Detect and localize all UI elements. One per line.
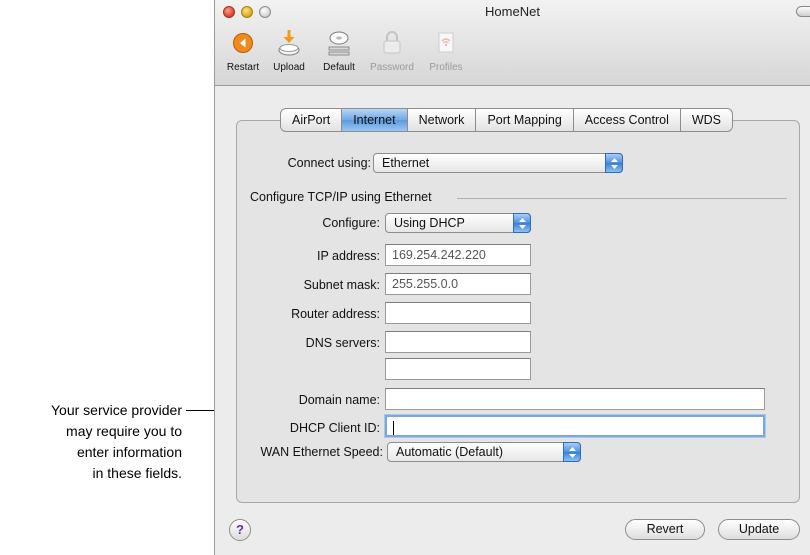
callout-text: Your service provider may require you to… — [0, 400, 182, 484]
callout-line: Your service provider — [51, 402, 182, 418]
connect-using-label: Connect using: — [287, 156, 371, 170]
tcpip-group-title: Configure TCP/IP using Ethernet — [250, 190, 432, 204]
callout-line: in these fields. — [92, 465, 183, 481]
popup-arrows-icon — [605, 153, 623, 173]
tab-network[interactable]: Network — [408, 109, 477, 131]
dns-server-2-field[interactable] — [385, 358, 531, 380]
default-label: Default — [323, 62, 355, 73]
upload-icon — [278, 30, 300, 56]
group-divider — [457, 198, 787, 199]
configure-label: Configure: — [322, 216, 380, 230]
titlebar: HomeNet Restart Upload Default Password … — [215, 0, 810, 86]
restart-label: Restart — [226, 62, 260, 73]
help-button[interactable]: ? — [229, 519, 251, 541]
wan-speed-label: WAN Ethernet Speed: — [260, 445, 383, 459]
tab-access-control[interactable]: Access Control — [574, 109, 681, 131]
tab-port-mapping[interactable]: Port Mapping — [476, 109, 574, 131]
revert-button[interactable]: Revert — [625, 519, 705, 540]
popup-arrows-icon — [563, 442, 581, 462]
dns-server-1-field[interactable] — [385, 331, 531, 353]
profiles-icon — [438, 32, 454, 53]
password-label: Password — [370, 62, 414, 73]
profiles-label: Profiles — [429, 62, 463, 73]
dhcp-client-id-label: DHCP Client ID: — [289, 421, 380, 435]
ip-address-field[interactable]: 169.254.242.220 — [385, 244, 531, 266]
restart-button[interactable]: Restart — [221, 24, 265, 73]
default-button[interactable]: Default — [316, 24, 362, 73]
tab-bar: AirPort Internet Network Port Mapping Ac… — [280, 108, 734, 132]
connect-using-value: Ethernet — [382, 156, 430, 170]
text-caret — [393, 420, 394, 435]
configure-popup[interactable]: Using DHCP — [385, 213, 531, 233]
tab-wds[interactable]: WDS — [681, 109, 732, 131]
restart-icon — [233, 33, 253, 53]
dns-servers-label: DNS servers: — [305, 336, 380, 350]
wan-speed-popup[interactable]: Automatic (Default) — [387, 442, 581, 462]
connect-using-popup[interactable]: Ethernet — [373, 153, 623, 173]
window-title: HomeNet — [485, 4, 540, 19]
profiles-button[interactable]: Profiles — [422, 24, 470, 73]
default-icon — [328, 31, 350, 56]
lock-icon — [383, 31, 401, 54]
configure-value: Using DHCP — [394, 216, 465, 230]
upload-label: Upload — [273, 62, 305, 73]
tab-airport[interactable]: AirPort — [281, 109, 343, 131]
router-address-field[interactable] — [385, 302, 531, 324]
homenet-window: HomeNet Restart Upload Default Password … — [214, 0, 810, 555]
wan-speed-value: Automatic (Default) — [396, 445, 503, 459]
callout-line: enter information — [76, 444, 182, 460]
router-address-label: Router address: — [291, 307, 380, 321]
domain-name-label: Domain name: — [298, 393, 380, 407]
popup-arrows-icon — [513, 213, 531, 233]
subnet-mask-field[interactable]: 255.255.0.0 — [385, 273, 531, 295]
domain-name-field[interactable] — [385, 388, 765, 410]
toolbar-toggle-button[interactable] — [796, 6, 810, 17]
password-button[interactable]: Password — [366, 24, 418, 73]
ip-address-label: IP address: — [316, 249, 380, 263]
update-button[interactable]: Update — [718, 519, 800, 540]
tab-internet[interactable]: Internet — [342, 109, 408, 131]
callout-line: may require you to — [66, 423, 182, 439]
upload-button[interactable]: Upload — [267, 24, 311, 73]
dhcp-client-id-field[interactable] — [385, 415, 765, 437]
subnet-mask-label: Subnet mask: — [303, 278, 380, 292]
